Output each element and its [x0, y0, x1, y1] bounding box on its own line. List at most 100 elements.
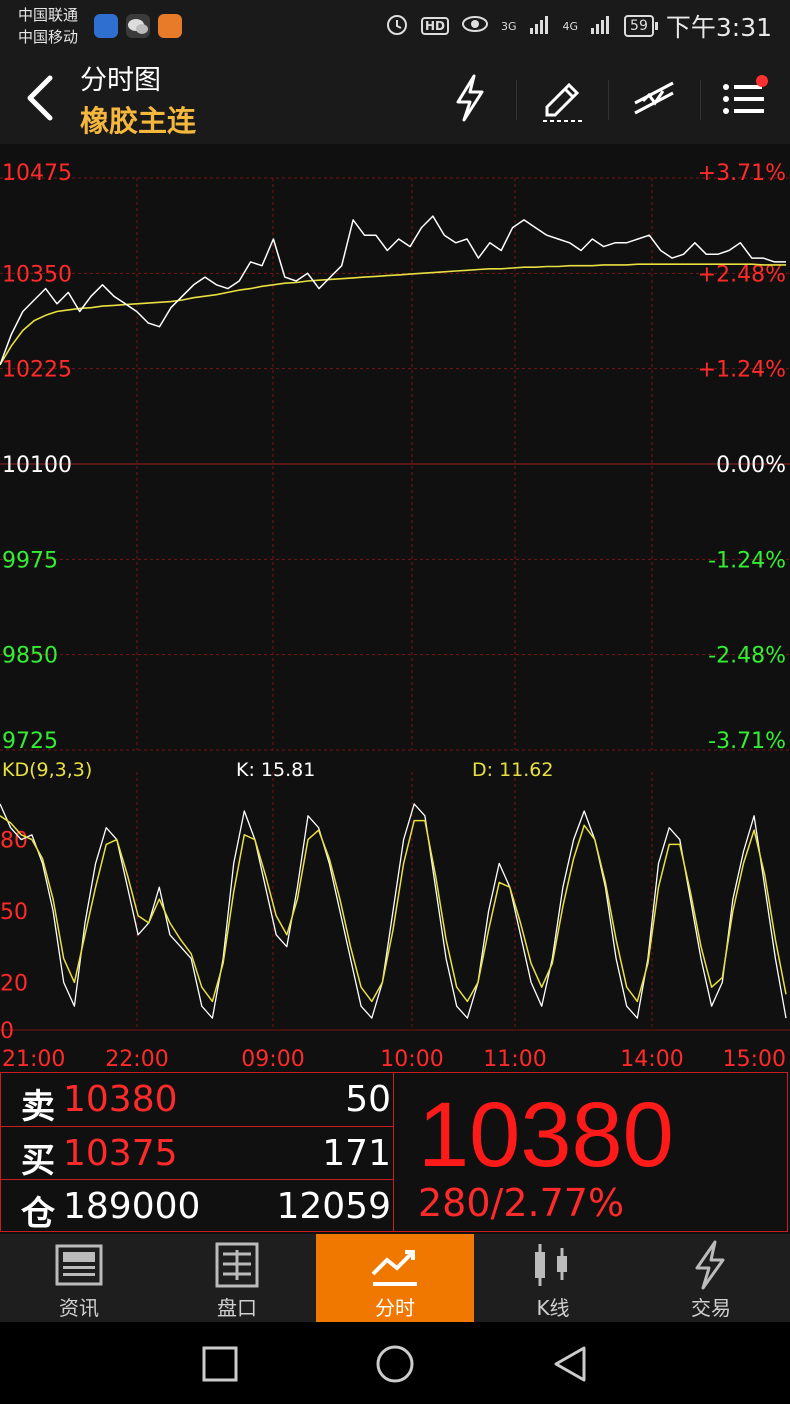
toolbar-divider [608, 80, 609, 120]
recents-button[interactable] [198, 1342, 242, 1386]
battery-indicator: 59 [624, 15, 658, 37]
back-button[interactable] [20, 74, 60, 122]
time-axis-tick: 22:00 [105, 1047, 168, 1072]
pencil-icon [543, 82, 583, 122]
open-interest-row: 仓 189000 12059 [1, 1180, 393, 1234]
tab-label: 资讯 [59, 1296, 99, 1320]
trend-up-icon [371, 1250, 417, 1286]
bottom-tab-bar: 资讯 盘口 分时 K线 交易 [0, 1234, 790, 1322]
draw-button[interactable] [534, 70, 590, 126]
time-axis-tick: 15:00 [723, 1047, 786, 1072]
page-title: 分时图 [80, 65, 161, 96]
kd-axis-tick: 20 [0, 971, 28, 996]
indicator-button[interactable] [626, 70, 682, 126]
system-nav-bar [0, 1322, 790, 1404]
sell-volume: 50 [345, 1079, 391, 1120]
intraday-chart[interactable]: 10475 +3.71% 10350 +2.48% 10225 +1.24% 10100 0.… [0, 144, 790, 1072]
price-axis-tick: 9725 [2, 729, 58, 754]
sell-row: 卖 10380 50 [1, 1073, 393, 1127]
buy-price: 10375 [63, 1133, 178, 1174]
kd-d-value: D: 11.62 [472, 759, 553, 781]
tab-orderbook[interactable]: 盘口 [158, 1234, 316, 1322]
alarm-icon [385, 12, 409, 40]
open-interest-value: 189000 [63, 1186, 201, 1227]
percent-axis-tick: -1.24% [708, 548, 786, 573]
status-time: 下午3:31 [665, 13, 772, 42]
percent-axis-tick: 0.00% [716, 453, 786, 478]
time-axis-tick: 21:00 [2, 1047, 65, 1072]
newspaper-icon [55, 1244, 103, 1286]
time-axis-tick: 10:00 [380, 1047, 443, 1072]
price-line [0, 215, 786, 366]
last-price: 10380 [418, 1084, 674, 1186]
hd-icon: HD [420, 17, 449, 35]
carrier-2: 中国移动 [18, 28, 79, 46]
price-axis-tick: 10350 [2, 262, 72, 287]
menu-button[interactable] [716, 70, 772, 126]
tab-news[interactable]: 资讯 [0, 1234, 158, 1322]
open-interest-label: 仓 [21, 1194, 55, 1234]
percent-axis-tick: +3.71% [698, 161, 786, 186]
k-line [0, 803, 787, 1019]
buy-label: 买 [21, 1141, 55, 1181]
candlestick-icon [535, 1244, 567, 1286]
wechat-icon [126, 14, 150, 38]
chevron-left-icon [27, 75, 53, 121]
tab-label: 分时 [375, 1296, 415, 1320]
percent-axis-tick: -3.71% [708, 729, 786, 754]
time-axis-tick: 11:00 [483, 1047, 546, 1072]
tab-trade[interactable]: 交易 [632, 1234, 790, 1322]
toolbar-divider [700, 80, 701, 120]
percent-axis-tick: +2.48% [698, 262, 786, 287]
network-4g: 4G [562, 19, 579, 33]
buy-volume: 171 [322, 1133, 391, 1174]
kd-k-value: K: 15.81 [236, 759, 315, 781]
grid-list-icon [215, 1242, 259, 1288]
status-right: HD 3G 4G 59 下午3:31 [385, 10, 772, 42]
triangle-back-icon [554, 1346, 586, 1382]
uc-browser-icon [158, 14, 182, 38]
percent-axis-tick: -2.48% [708, 644, 786, 669]
sell-price: 10380 [63, 1079, 178, 1120]
price-change: 280/2.77% [418, 1181, 625, 1225]
tab-label: 交易 [691, 1296, 731, 1320]
lightning-icon [695, 1240, 725, 1290]
system-back-button[interactable] [548, 1342, 592, 1386]
status-bar: 中国联通 中国移动 HD 3G 4G 59 下午3:31 [0, 0, 790, 52]
square-icon [202, 1346, 238, 1382]
price-axis-tick: 9850 [2, 644, 58, 669]
quote-panel: 卖 10380 50 买 10375 171 仓 189000 12059 10… [0, 1072, 790, 1234]
tab-intraday[interactable]: 分时 [316, 1234, 474, 1322]
time-axis-tick: 09:00 [241, 1047, 304, 1072]
average-price-line [0, 263, 786, 366]
kd-axis-tick: 0 [0, 1019, 14, 1044]
home-button[interactable] [373, 1342, 417, 1386]
tab-label: 盘口 [217, 1296, 257, 1320]
price-axis-tick: 10100 [2, 453, 72, 478]
eye-icon [461, 14, 489, 38]
time-axis-tick: 14:00 [620, 1047, 683, 1072]
sell-label: 卖 [21, 1087, 55, 1127]
chart-canvas: 10475 +3.71% 10350 +2.48% 10225 +1.24% 10100 0.… [0, 161, 790, 1072]
price-axis-tick: 9975 [2, 548, 58, 573]
lightning-button[interactable] [442, 70, 498, 126]
circle-icon [376, 1345, 414, 1383]
kd-axis-tick: 50 [0, 900, 28, 925]
carrier-1: 中国联通 [18, 6, 79, 24]
lightning-icon [456, 74, 484, 122]
kd-label: KD(9,3,3) [2, 759, 92, 781]
signal-1-icon [529, 14, 551, 38]
buy-row: 买 10375 171 [1, 1127, 393, 1181]
menu-list-icon [723, 75, 768, 114]
security-app-icon [94, 14, 118, 38]
trend-lines-icon [634, 81, 674, 115]
tab-label: K线 [536, 1296, 570, 1320]
price-axis-tick: 10475 [2, 161, 72, 186]
network-3g: 3G [500, 19, 517, 33]
signal-2-icon [590, 14, 612, 38]
last-price-box: 10380 280/2.77% [394, 1072, 788, 1232]
title-bar: 分时图 橡胶主连 [0, 52, 790, 144]
price-axis-tick: 10225 [2, 358, 72, 383]
tab-kline[interactable]: K线 [474, 1234, 632, 1322]
percent-axis-tick: +1.24% [698, 358, 786, 383]
